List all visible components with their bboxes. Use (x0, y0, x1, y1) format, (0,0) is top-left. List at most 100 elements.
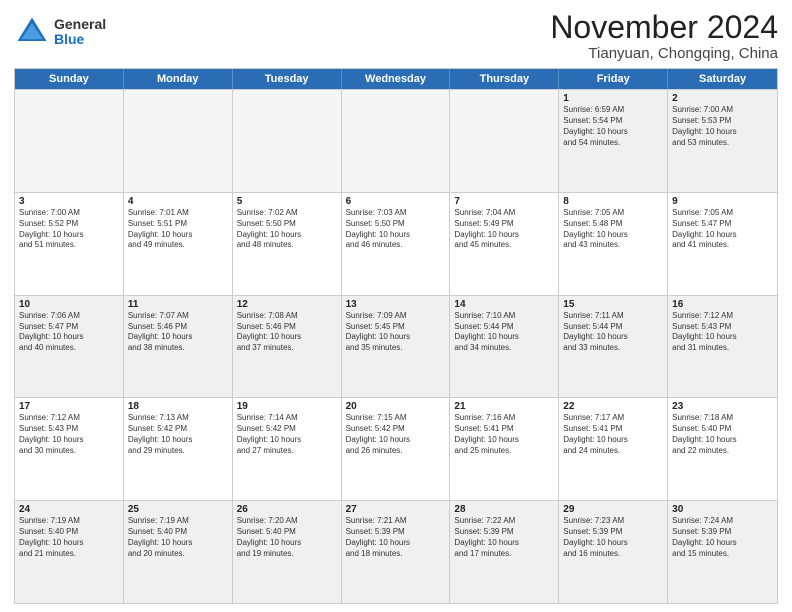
day-number: 4 (128, 196, 228, 207)
calendar-cell-19: 19Sunrise: 7:14 AMSunset: 5:42 PMDayligh… (233, 398, 342, 500)
day-number: 25 (128, 504, 228, 515)
calendar-cell-29: 29Sunrise: 7:23 AMSunset: 5:39 PMDayligh… (559, 501, 668, 603)
day-info: Sunrise: 7:08 AMSunset: 5:46 PMDaylight:… (237, 311, 337, 354)
calendar-cell-15: 15Sunrise: 7:11 AMSunset: 5:44 PMDayligh… (559, 296, 668, 398)
calendar-row-4: 17Sunrise: 7:12 AMSunset: 5:43 PMDayligh… (15, 397, 777, 500)
header-day-wednesday: Wednesday (342, 69, 451, 89)
day-info: Sunrise: 7:19 AMSunset: 5:40 PMDaylight:… (128, 516, 228, 559)
day-number: 19 (237, 401, 337, 412)
calendar-cell-10: 10Sunrise: 7:06 AMSunset: 5:47 PMDayligh… (15, 296, 124, 398)
calendar-cell-2: 2Sunrise: 7:00 AMSunset: 5:53 PMDaylight… (668, 90, 777, 192)
day-number: 12 (237, 299, 337, 310)
calendar-cell-18: 18Sunrise: 7:13 AMSunset: 5:42 PMDayligh… (124, 398, 233, 500)
day-number: 24 (19, 504, 119, 515)
day-number: 28 (454, 504, 554, 515)
day-info: Sunrise: 7:02 AMSunset: 5:50 PMDaylight:… (237, 208, 337, 251)
calendar-cell-21: 21Sunrise: 7:16 AMSunset: 5:41 PMDayligh… (450, 398, 559, 500)
day-number: 5 (237, 196, 337, 207)
day-number: 15 (563, 299, 663, 310)
day-info: Sunrise: 7:10 AMSunset: 5:44 PMDaylight:… (454, 311, 554, 354)
calendar-cell-27: 27Sunrise: 7:21 AMSunset: 5:39 PMDayligh… (342, 501, 451, 603)
calendar-cell-empty-0-0 (15, 90, 124, 192)
day-number: 7 (454, 196, 554, 207)
day-info: Sunrise: 7:22 AMSunset: 5:39 PMDaylight:… (454, 516, 554, 559)
calendar-row-3: 10Sunrise: 7:06 AMSunset: 5:47 PMDayligh… (15, 295, 777, 398)
day-number: 23 (672, 401, 773, 412)
day-info: Sunrise: 7:13 AMSunset: 5:42 PMDaylight:… (128, 413, 228, 456)
day-info: Sunrise: 7:18 AMSunset: 5:40 PMDaylight:… (672, 413, 773, 456)
calendar-cell-17: 17Sunrise: 7:12 AMSunset: 5:43 PMDayligh… (15, 398, 124, 500)
day-info: Sunrise: 7:11 AMSunset: 5:44 PMDaylight:… (563, 311, 663, 354)
calendar-row-2: 3Sunrise: 7:00 AMSunset: 5:52 PMDaylight… (15, 192, 777, 295)
day-info: Sunrise: 7:06 AMSunset: 5:47 PMDaylight:… (19, 311, 119, 354)
header-day-tuesday: Tuesday (233, 69, 342, 89)
day-info: Sunrise: 7:19 AMSunset: 5:40 PMDaylight:… (19, 516, 119, 559)
day-info: Sunrise: 7:04 AMSunset: 5:49 PMDaylight:… (454, 208, 554, 251)
calendar-cell-14: 14Sunrise: 7:10 AMSunset: 5:44 PMDayligh… (450, 296, 559, 398)
month-title: November 2024 (550, 10, 778, 45)
day-info: Sunrise: 7:21 AMSunset: 5:39 PMDaylight:… (346, 516, 446, 559)
day-number: 16 (672, 299, 773, 310)
day-number: 14 (454, 299, 554, 310)
calendar-cell-empty-0-1 (124, 90, 233, 192)
day-info: Sunrise: 7:12 AMSunset: 5:43 PMDaylight:… (672, 311, 773, 354)
logo-icon (14, 14, 50, 50)
calendar-cell-28: 28Sunrise: 7:22 AMSunset: 5:39 PMDayligh… (450, 501, 559, 603)
day-info: Sunrise: 6:59 AMSunset: 5:54 PMDaylight:… (563, 105, 663, 148)
day-number: 27 (346, 504, 446, 515)
calendar-cell-26: 26Sunrise: 7:20 AMSunset: 5:40 PMDayligh… (233, 501, 342, 603)
calendar-row-1: 1Sunrise: 6:59 AMSunset: 5:54 PMDaylight… (15, 89, 777, 192)
day-info: Sunrise: 7:07 AMSunset: 5:46 PMDaylight:… (128, 311, 228, 354)
logo-blue-text: Blue (54, 32, 106, 47)
day-number: 26 (237, 504, 337, 515)
calendar-body: 1Sunrise: 6:59 AMSunset: 5:54 PMDaylight… (15, 89, 777, 603)
day-info: Sunrise: 7:05 AMSunset: 5:47 PMDaylight:… (672, 208, 773, 251)
calendar-cell-5: 5Sunrise: 7:02 AMSunset: 5:50 PMDaylight… (233, 193, 342, 295)
day-number: 11 (128, 299, 228, 310)
header-day-sunday: Sunday (15, 69, 124, 89)
day-number: 6 (346, 196, 446, 207)
calendar-row-5: 24Sunrise: 7:19 AMSunset: 5:40 PMDayligh… (15, 500, 777, 603)
header-day-saturday: Saturday (668, 69, 777, 89)
calendar-cell-13: 13Sunrise: 7:09 AMSunset: 5:45 PMDayligh… (342, 296, 451, 398)
calendar-cell-30: 30Sunrise: 7:24 AMSunset: 5:39 PMDayligh… (668, 501, 777, 603)
calendar-cell-20: 20Sunrise: 7:15 AMSunset: 5:42 PMDayligh… (342, 398, 451, 500)
day-number: 18 (128, 401, 228, 412)
day-number: 17 (19, 401, 119, 412)
calendar-cell-empty-0-3 (342, 90, 451, 192)
calendar-cell-empty-0-2 (233, 90, 342, 192)
day-info: Sunrise: 7:15 AMSunset: 5:42 PMDaylight:… (346, 413, 446, 456)
day-info: Sunrise: 7:09 AMSunset: 5:45 PMDaylight:… (346, 311, 446, 354)
calendar-header: SundayMondayTuesdayWednesdayThursdayFrid… (15, 69, 777, 89)
calendar-cell-24: 24Sunrise: 7:19 AMSunset: 5:40 PMDayligh… (15, 501, 124, 603)
day-number: 2 (672, 93, 773, 104)
calendar-cell-11: 11Sunrise: 7:07 AMSunset: 5:46 PMDayligh… (124, 296, 233, 398)
logo-general-text: General (54, 17, 106, 32)
calendar-cell-8: 8Sunrise: 7:05 AMSunset: 5:48 PMDaylight… (559, 193, 668, 295)
header-day-monday: Monday (124, 69, 233, 89)
day-info: Sunrise: 7:12 AMSunset: 5:43 PMDaylight:… (19, 413, 119, 456)
day-number: 21 (454, 401, 554, 412)
day-number: 9 (672, 196, 773, 207)
logo-text: General Blue (54, 17, 106, 48)
day-info: Sunrise: 7:05 AMSunset: 5:48 PMDaylight:… (563, 208, 663, 251)
calendar-cell-23: 23Sunrise: 7:18 AMSunset: 5:40 PMDayligh… (668, 398, 777, 500)
calendar-cell-16: 16Sunrise: 7:12 AMSunset: 5:43 PMDayligh… (668, 296, 777, 398)
day-info: Sunrise: 7:14 AMSunset: 5:42 PMDaylight:… (237, 413, 337, 456)
day-info: Sunrise: 7:00 AMSunset: 5:52 PMDaylight:… (19, 208, 119, 251)
day-number: 8 (563, 196, 663, 207)
day-number: 29 (563, 504, 663, 515)
day-number: 10 (19, 299, 119, 310)
calendar-cell-empty-0-4 (450, 90, 559, 192)
calendar-cell-25: 25Sunrise: 7:19 AMSunset: 5:40 PMDayligh… (124, 501, 233, 603)
logo: General Blue (14, 14, 106, 50)
day-info: Sunrise: 7:03 AMSunset: 5:50 PMDaylight:… (346, 208, 446, 251)
day-info: Sunrise: 7:23 AMSunset: 5:39 PMDaylight:… (563, 516, 663, 559)
header-day-friday: Friday (559, 69, 668, 89)
calendar-cell-12: 12Sunrise: 7:08 AMSunset: 5:46 PMDayligh… (233, 296, 342, 398)
day-info: Sunrise: 7:24 AMSunset: 5:39 PMDaylight:… (672, 516, 773, 559)
location: Tianyuan, Chongqing, China (550, 45, 778, 62)
page: General Blue November 2024 Tianyuan, Cho… (0, 0, 792, 612)
calendar-cell-3: 3Sunrise: 7:00 AMSunset: 5:52 PMDaylight… (15, 193, 124, 295)
day-info: Sunrise: 7:01 AMSunset: 5:51 PMDaylight:… (128, 208, 228, 251)
